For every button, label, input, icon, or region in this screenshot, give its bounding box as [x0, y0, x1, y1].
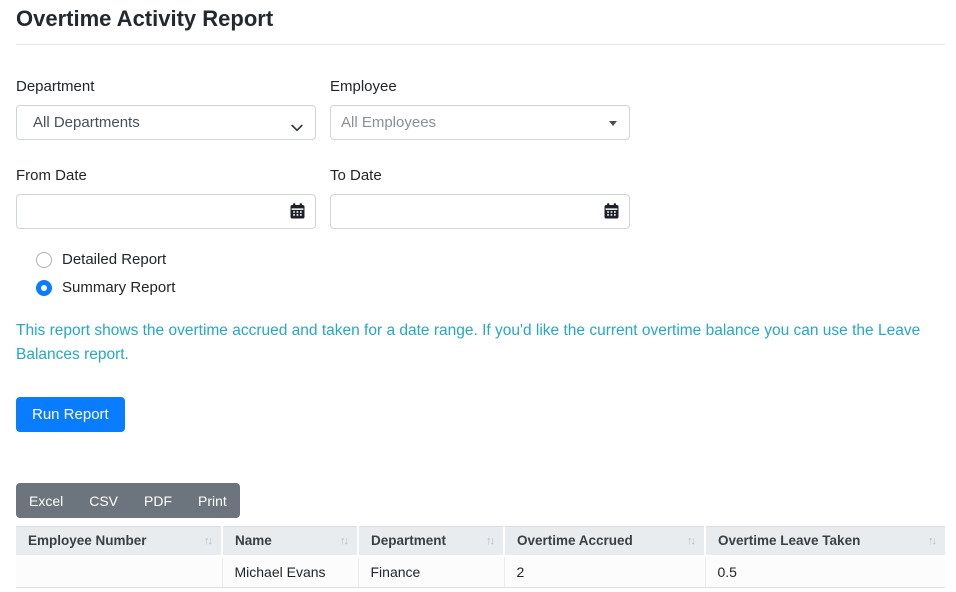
cell-name: Michael Evans — [222, 556, 358, 588]
department-select[interactable]: All Departments — [16, 105, 316, 140]
column-header-name[interactable]: Name ↑↓ — [222, 527, 358, 556]
employee-select[interactable]: All Employees — [330, 105, 630, 140]
sort-icon: ↑↓ — [687, 535, 696, 547]
column-label: Overtime Accrued — [517, 533, 633, 548]
overtime-report-page: Overtime Activity Report Department All … — [0, 0, 956, 588]
radio-detailed-report[interactable]: Detailed Report — [36, 251, 945, 268]
column-label: Overtime Leave Taken — [718, 533, 860, 548]
export-csv-button[interactable]: CSV — [76, 483, 131, 518]
cell-overtime-accrued: 2 — [504, 556, 705, 588]
from-date-label: From Date — [16, 166, 316, 186]
column-label: Name — [235, 533, 272, 548]
caret-down-icon — [609, 121, 617, 126]
sort-icon: ↑↓ — [204, 535, 213, 547]
to-date-input[interactable] — [330, 194, 630, 229]
report-type-group: Detailed Report Summary Report — [36, 251, 945, 296]
column-header-department[interactable]: Department ↑↓ — [358, 527, 504, 556]
to-date-field: To Date — [330, 166, 630, 229]
sort-icon: ↑↓ — [340, 535, 349, 547]
radio-unchecked-icon — [36, 252, 52, 268]
employee-select-value: All Employees — [341, 114, 436, 131]
calendar-icon[interactable] — [290, 203, 305, 219]
export-button-group: Excel CSV PDF Print — [16, 483, 240, 518]
cell-overtime-leave-taken: 0.5 — [705, 556, 945, 588]
report-info-text: This report shows the overtime accrued a… — [16, 319, 945, 367]
column-label: Department — [371, 533, 446, 548]
column-header-overtime-accrued[interactable]: Overtime Accrued ↑↓ — [504, 527, 705, 556]
table-row: Michael Evans Finance 2 0.5 — [16, 556, 945, 588]
table-header-row: Employee Number ↑↓ Name ↑↓ Department ↑↓ Ov… — [16, 527, 945, 556]
sort-icon: ↑↓ — [486, 535, 495, 547]
radio-summary-report[interactable]: Summary Report — [36, 279, 945, 296]
department-label: Department — [16, 77, 316, 97]
filter-form: Department All Departments Employee All … — [16, 77, 630, 229]
radio-summary-label: Summary Report — [62, 279, 175, 296]
page-title: Overtime Activity Report — [16, 4, 945, 34]
department-field: Department All Departments — [16, 77, 316, 140]
export-excel-button[interactable]: Excel — [16, 483, 76, 518]
column-header-overtime-leave-taken[interactable]: Overtime Leave Taken ↑↓ — [705, 527, 945, 556]
sort-icon: ↑↓ — [928, 535, 937, 547]
radio-detailed-label: Detailed Report — [62, 251, 166, 268]
to-date-label: To Date — [330, 166, 630, 186]
employee-label: Employee — [330, 77, 630, 97]
calendar-icon[interactable] — [604, 203, 619, 219]
from-date-field: From Date — [16, 166, 316, 229]
column-label: Employee Number — [28, 533, 147, 548]
title-divider — [16, 44, 945, 45]
cell-department: Finance — [358, 556, 504, 588]
overtime-results-table: Employee Number ↑↓ Name ↑↓ Department ↑↓ Ov… — [16, 526, 945, 588]
cell-employee-number — [16, 556, 222, 588]
export-pdf-button[interactable]: PDF — [131, 483, 185, 518]
export-print-button[interactable]: Print — [185, 483, 240, 518]
employee-field: Employee All Employees — [330, 77, 630, 140]
run-report-button[interactable]: Run Report — [16, 397, 125, 432]
radio-checked-icon — [36, 280, 52, 296]
chevron-down-icon — [291, 119, 303, 136]
from-date-input[interactable] — [16, 194, 316, 229]
column-header-employee-number[interactable]: Employee Number ↑↓ — [16, 527, 222, 556]
department-select-value: All Departments — [33, 114, 140, 131]
